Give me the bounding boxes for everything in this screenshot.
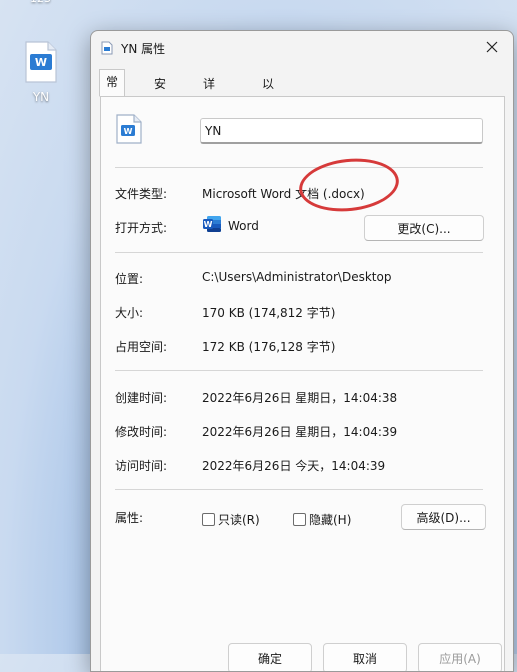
general-panel: W 文件类型: Microsoft Word 文档 (.docx) 打开方式: … [100, 96, 505, 671]
apply-button[interactable]: 应用(A) [418, 643, 502, 671]
word-document-icon [101, 41, 113, 58]
created-label: 创建时间: [115, 391, 168, 405]
readonly-checkbox[interactable]: 只读(R) [202, 511, 260, 528]
open-with-value: Word [228, 219, 259, 233]
word-document-icon: W [115, 113, 143, 148]
tab-security[interactable]: 安全 [147, 71, 173, 115]
advanced-button[interactable]: 高级(D)... [401, 504, 486, 530]
properties-dialog: YN 属性 常规 安全 详细信息 以前的版本 W 文件类型: Microsoft… [90, 30, 514, 672]
modified-label: 修改时间: [115, 425, 168, 439]
readonly-label: 只读(R) [218, 513, 260, 527]
hidden-checkbox[interactable]: 隐藏(H) [293, 511, 351, 528]
attributes-label: 属性: [115, 511, 144, 525]
desktop-file-icon[interactable]: W YN [18, 40, 64, 104]
checkbox-icon [202, 513, 215, 526]
ok-button[interactable]: 确定 [228, 643, 312, 671]
file-name-input[interactable] [200, 118, 483, 144]
divider [115, 370, 483, 371]
open-with-label: 打开方式: [115, 221, 168, 235]
svg-text:W: W [204, 220, 213, 229]
window-title: YN 属性 [121, 42, 166, 56]
size-value: 170 KB (174,812 字节) [202, 306, 336, 320]
location-label: 位置: [115, 272, 144, 286]
change-button[interactable]: 更改(C)... [364, 215, 484, 241]
cancel-button[interactable]: 取消 [323, 643, 407, 671]
accessed-value: 2022年6月26日 今天，14:04:39 [202, 459, 386, 473]
svg-text:W: W [35, 56, 47, 69]
desktop-file-label: YN [32, 90, 50, 104]
disk-size-value: 172 KB (176,128 字节) [202, 340, 336, 354]
word-document-icon: W [24, 40, 58, 84]
location-value: C:\Users\Administrator\Desktop [202, 270, 392, 284]
created-value: 2022年6月26日 星期日，14:04:38 [202, 391, 398, 405]
file-type-value: Microsoft Word 文档 (.docx) [202, 187, 365, 201]
modified-value: 2022年6月26日 星期日，14:04:39 [202, 425, 398, 439]
title-bar[interactable]: YN 属性 [91, 31, 513, 63]
svg-text:W: W [124, 127, 133, 136]
checkbox-icon [293, 513, 306, 526]
divider [115, 167, 483, 168]
accessed-label: 访问时间: [115, 459, 168, 473]
size-label: 大小: [115, 306, 144, 320]
tab-general[interactable]: 常规 [99, 69, 126, 113]
desktop-top-label: 123 [30, 0, 51, 5]
tab-details[interactable]: 详细信息 [196, 71, 222, 163]
hidden-label: 隐藏(H) [309, 513, 352, 527]
file-type-label: 文件类型: [115, 187, 168, 201]
word-app-icon: W [202, 214, 222, 237]
tab-previous-versions[interactable]: 以前的版本 [255, 71, 281, 187]
divider [115, 252, 483, 253]
close-button[interactable] [479, 34, 505, 60]
divider [115, 489, 483, 490]
disk-size-label: 占用空间: [115, 340, 168, 354]
close-icon [486, 41, 498, 53]
